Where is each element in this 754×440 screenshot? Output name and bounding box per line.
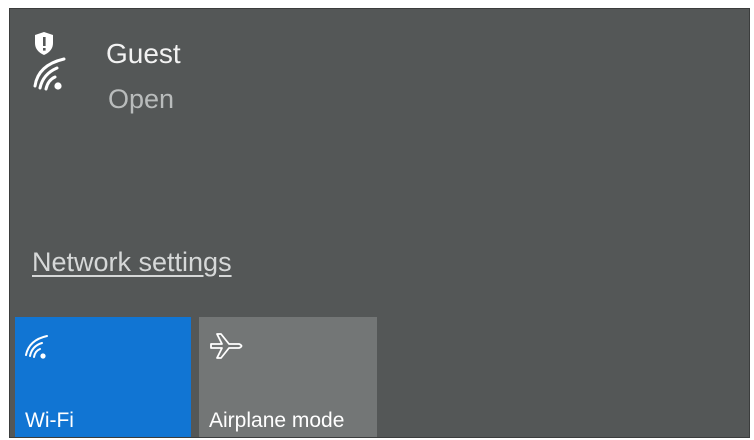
wifi-icon — [25, 331, 59, 366]
wifi-tile-label: Wi-Fi — [25, 409, 74, 432]
network-item-guest[interactable]: Guest Open — [10, 9, 749, 119]
network-name: Guest — [106, 38, 181, 69]
wifi-toggle-tile[interactable]: Wi-Fi — [15, 317, 191, 437]
airplane-tile-label: Airplane mode — [209, 409, 345, 432]
network-flyout: Guest Open Network settings Wi-Fi Airpla… — [9, 8, 750, 438]
airplane-mode-tile[interactable]: Airplane mode — [199, 317, 377, 437]
network-settings-link[interactable]: Network settings — [32, 245, 232, 279]
wifi-secured-icon — [32, 31, 88, 93]
airplane-icon — [209, 331, 247, 366]
network-status: Open — [108, 84, 175, 114]
